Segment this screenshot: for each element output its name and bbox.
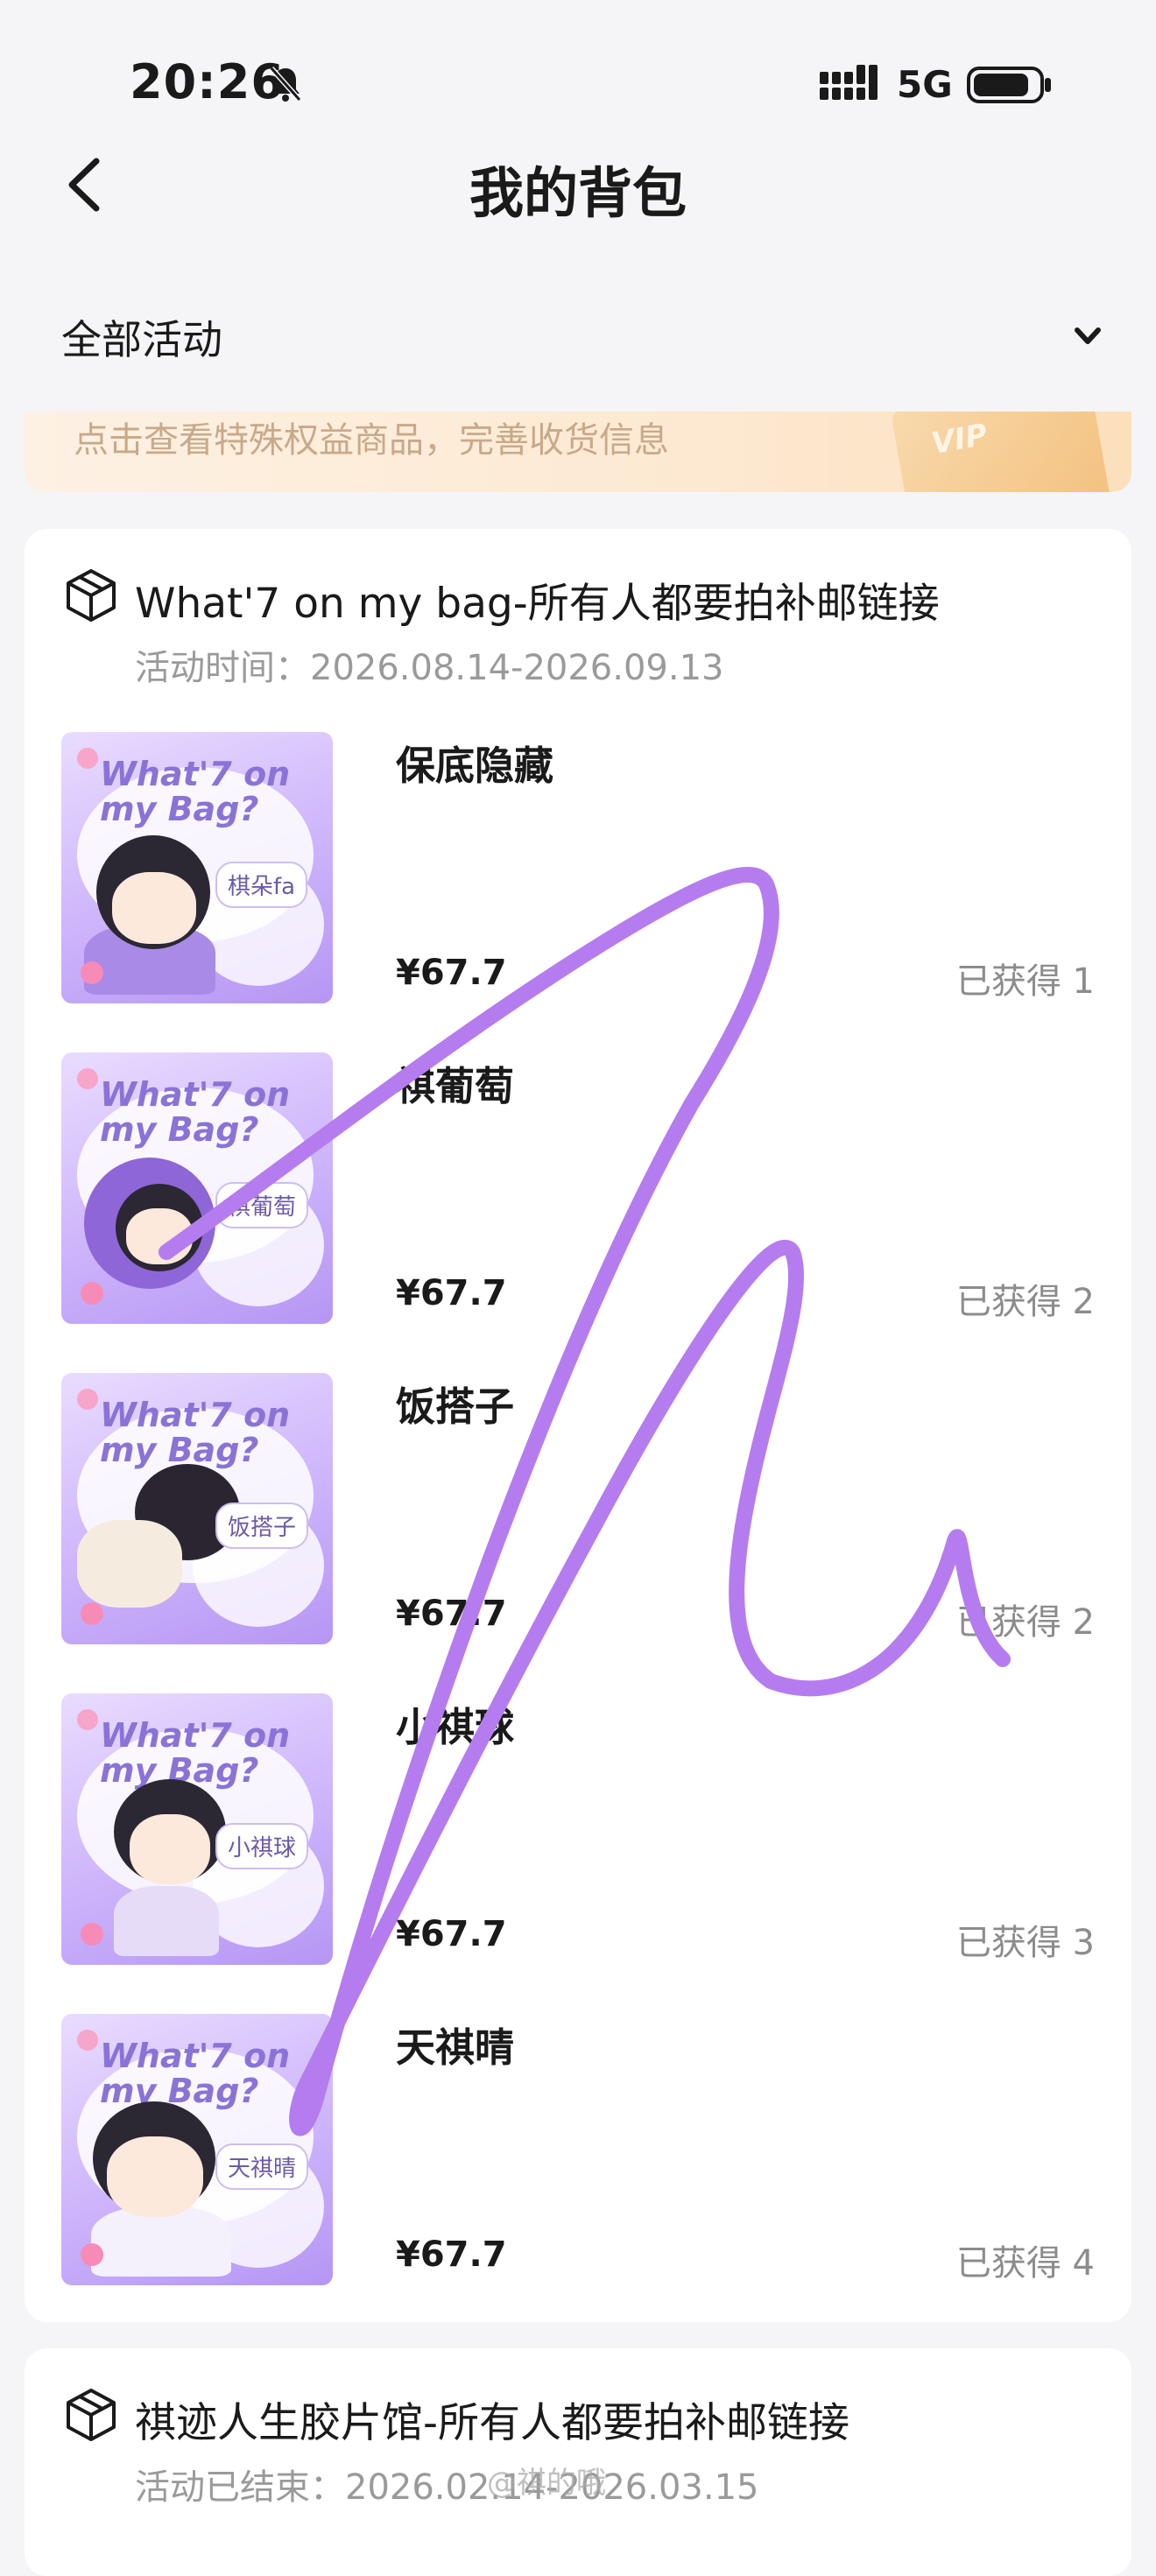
item-name: 小祺球 — [396, 1704, 515, 1750]
vip-banner[interactable]: 点击查看特殊权益商品，完善收货信息 VIP — [25, 412, 1131, 492]
bell-muted-icon — [269, 67, 302, 102]
box-icon — [67, 2389, 116, 2441]
status-bar: 20:26 5G — [0, 0, 1156, 131]
thumb-logo: What'7 on my Bag? — [100, 1716, 291, 1790]
box-icon — [67, 569, 116, 622]
thumb-logo: What'7 on my Bag? — [100, 2037, 291, 2110]
activity-title[interactable]: 祺迹人生胶片馆-所有人都要拍补邮链接 — [135, 2389, 849, 2449]
item-owned-count: 已获得 1 — [955, 961, 1095, 1002]
item-owned-count: 已获得 3 — [955, 1923, 1095, 1963]
activity-title[interactable]: What'7 on my bag-所有人都要拍补邮链接 — [135, 569, 940, 630]
item-thumbnail: What'7 on my Bag? 天祺晴 — [61, 2014, 333, 2285]
vip-card-label: VIP — [928, 417, 990, 462]
item-price: ¥67.7 — [396, 1594, 507, 1634]
filter-label: 全部活动 — [61, 316, 222, 363]
activity-time: 活动已结束：2026.02.14-2026.03.15 — [135, 2467, 759, 2508]
list-item[interactable]: What'7 on my Bag? 天祺晴 天祺晴 ¥67.7 已获得 4 — [61, 2014, 1095, 2287]
thumb-logo: What'7 on my Bag? — [100, 1075, 291, 1149]
item-thumbnail: What'7 on my Bag? 小祺球 — [61, 1693, 333, 1965]
thumb-tag: 天祺晴 — [215, 2143, 309, 2190]
activity-card: What'7 on my bag-所有人都要拍补邮链接 活动时间：2026.08… — [25, 529, 1131, 2322]
activity-filter-dropdown[interactable]: 全部活动 — [0, 282, 1156, 387]
item-thumbnail: What'7 on my Bag? 饭搭子 — [61, 1373, 333, 1644]
item-name: 天祺晴 — [396, 2024, 515, 2071]
signal-icon — [820, 65, 878, 100]
page-title: 我的背包 — [469, 161, 687, 225]
list-item[interactable]: What'7 on my Bag? 棋朵fa 保底隐藏 ¥67.7 已获得 1 — [61, 732, 1095, 1005]
item-name: 祺葡萄 — [396, 1063, 515, 1109]
watermark: @祺的哦 — [487, 2466, 606, 2501]
thumb-tag: 饭搭子 — [215, 1503, 309, 1549]
item-owned-count: 已获得 2 — [955, 1602, 1095, 1643]
list-item[interactable]: What'7 on my Bag? 小祺球 小祺球 ¥67.7 已获得 3 — [61, 1693, 1095, 1967]
list-item[interactable]: What'7 on my Bag? 祺葡萄 祺葡萄 ¥67.7 已获得 2 — [61, 1052, 1095, 1326]
thumb-logo: What'7 on my Bag? — [100, 755, 291, 828]
item-price: ¥67.7 — [396, 2235, 507, 2275]
status-time: 20:26 — [130, 54, 285, 109]
network-label: 5G — [897, 63, 953, 106]
battery-icon — [967, 67, 1051, 103]
item-price: ¥67.7 — [396, 1914, 507, 1954]
activity-time: 活动时间：2026.08.14-2026.09.13 — [135, 648, 724, 688]
item-name: 饭搭子 — [396, 1383, 515, 1430]
item-owned-count: 已获得 4 — [955, 2243, 1095, 2284]
item-price: ¥67.7 — [396, 953, 507, 993]
chevron-down-icon — [1075, 327, 1101, 344]
thumb-logo: What'7 on my Bag? — [100, 1396, 291, 1469]
list-item[interactable]: What'7 on my Bag? 饭搭子 饭搭子 ¥67.7 已获得 2 — [61, 1373, 1095, 1646]
item-price: ¥67.7 — [396, 1273, 507, 1313]
thumb-tag: 小祺球 — [215, 1823, 309, 1869]
vip-banner-text: 点击查看特殊权益商品，完善收货信息 — [74, 420, 669, 461]
thumb-tag: 祺葡萄 — [215, 1182, 309, 1228]
item-thumbnail: What'7 on my Bag? 棋朵fa — [61, 732, 333, 1003]
thumb-tag: 棋朵fa — [215, 862, 308, 908]
vip-card-image: VIP — [890, 412, 1112, 492]
item-name: 保底隐藏 — [396, 743, 554, 789]
item-owned-count: 已获得 2 — [955, 1282, 1095, 1322]
item-thumbnail: What'7 on my Bag? 祺葡萄 — [61, 1052, 333, 1324]
